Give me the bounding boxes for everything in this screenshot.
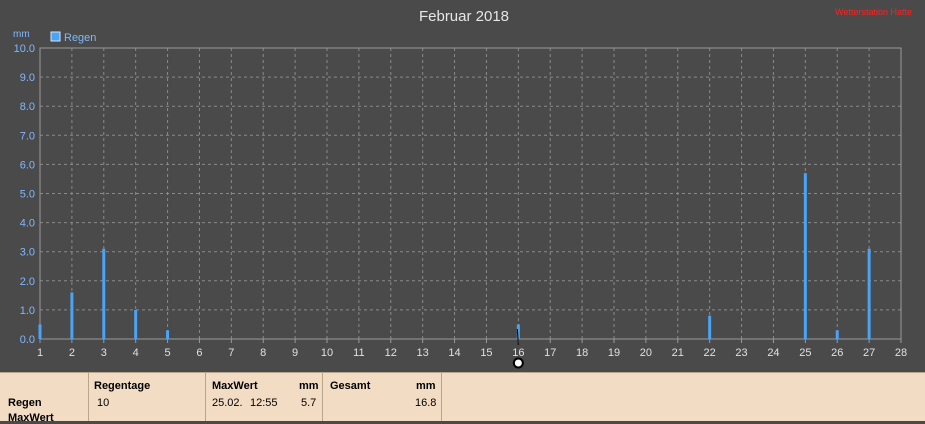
x-tick-label: 9 bbox=[292, 347, 298, 359]
maxwert-time: 12:55 bbox=[250, 397, 278, 409]
x-tick-label: 4 bbox=[133, 347, 139, 359]
gesamt-header: Gesamt bbox=[330, 380, 371, 392]
bar-regen bbox=[166, 330, 170, 339]
bar-regen bbox=[134, 309, 138, 339]
summary-gesamt-column: Gesamt mm 16.8 bbox=[323, 373, 442, 421]
maxwert-value: 5.7 bbox=[301, 397, 317, 409]
summary-labels-column: Regen MaxWert bbox=[0, 373, 89, 424]
bar-regen bbox=[803, 173, 807, 339]
gesamt-value: 16.8 bbox=[415, 397, 437, 409]
x-tick-label: 17 bbox=[544, 347, 556, 359]
bar-regen bbox=[38, 324, 42, 339]
x-tick-label: 27 bbox=[863, 347, 875, 359]
x-tick-label: 10 bbox=[321, 347, 333, 359]
maxwert-header: MaxWert bbox=[212, 380, 258, 392]
x-tick-label: 11 bbox=[353, 347, 364, 359]
bar-regen bbox=[835, 330, 839, 339]
bar-regen bbox=[70, 292, 74, 339]
x-tick-label: 21 bbox=[672, 347, 684, 359]
maxwert-unit: mm bbox=[299, 380, 319, 392]
y-axis-ticks: 0.0 1.0 2.0 3.0 4.0 5.0 6.0 7.0 8.0 9.0 10.0 bbox=[14, 43, 35, 346]
summary-maxwert-column: MaxWert mm 25.02. 12:55 5.7 bbox=[206, 373, 323, 421]
x-tick-label: 12 bbox=[385, 347, 397, 359]
summary-row-regen: Regen bbox=[8, 397, 42, 409]
x-tick-label: 7 bbox=[228, 347, 234, 359]
grid bbox=[40, 48, 901, 339]
x-tick-label: 24 bbox=[767, 347, 779, 359]
y-tick-label: 9.0 bbox=[20, 72, 35, 84]
x-tick-label: 26 bbox=[831, 347, 843, 359]
x-tick-label: 22 bbox=[704, 347, 716, 359]
y-unit-label: mm bbox=[13, 29, 30, 40]
y-tick-label: 1.0 bbox=[20, 305, 35, 317]
x-tick-label: 18 bbox=[576, 347, 588, 359]
x-axis-ticks: 1 2 3 4 5 6 7 8 9 10 11 12 13 14 15 16 17 18 19 20 21 22 23 24 2… bbox=[37, 339, 907, 359]
y-tick-label: 10.0 bbox=[14, 43, 35, 55]
x-tick-label: 20 bbox=[640, 347, 652, 359]
summary-regentage-column: Regentage 10 bbox=[89, 373, 206, 421]
bar-regen bbox=[708, 315, 712, 339]
x-tick-label: 16 bbox=[512, 347, 524, 359]
x-tick-label: 5 bbox=[164, 347, 170, 359]
y-tick-label: 8.0 bbox=[20, 101, 35, 113]
bar-regen bbox=[102, 248, 106, 339]
x-tick-label: 13 bbox=[417, 347, 429, 359]
x-tick-label: 2 bbox=[69, 347, 75, 359]
x-tick-label: 23 bbox=[735, 347, 747, 359]
x-tick-label: 25 bbox=[799, 347, 811, 359]
y-tick-label: 2.0 bbox=[20, 276, 35, 288]
bar-regen bbox=[867, 248, 871, 339]
x-tick-label: 15 bbox=[480, 347, 492, 359]
rain-chart: Februar 2018 Wetterstation Hatte mm Rege… bbox=[13, 7, 912, 369]
legend-swatch-regen bbox=[50, 31, 61, 42]
x-tick-label: 1 bbox=[37, 347, 43, 359]
regentage-header: Regentage bbox=[94, 380, 151, 392]
regentage-value: 10 bbox=[97, 397, 110, 409]
x-tick-label: 3 bbox=[101, 347, 107, 359]
x-tick-label: 6 bbox=[196, 347, 202, 359]
y-tick-label: 3.0 bbox=[20, 247, 35, 259]
y-tick-label: 7.0 bbox=[20, 130, 35, 142]
y-tick-label: 0.0 bbox=[20, 334, 35, 346]
cursor-handle bbox=[512, 357, 524, 369]
chart-title: Februar 2018 bbox=[419, 8, 509, 25]
summary-row-maxwert: MaxWert bbox=[8, 412, 54, 424]
summary-panel: Regen MaxWert Regentage 10 MaxWert mm 25… bbox=[0, 372, 925, 424]
legend-label-regen: Regen bbox=[64, 32, 96, 44]
maxwert-date: 25.02. bbox=[212, 397, 243, 409]
station-brand: Wetterstation Hatte bbox=[835, 7, 912, 17]
x-tick-label: 28 bbox=[895, 347, 907, 359]
y-tick-label: 4.0 bbox=[20, 218, 35, 230]
plot-frame bbox=[39, 47, 902, 340]
gesamt-unit: mm bbox=[416, 380, 436, 392]
y-tick-label: 6.0 bbox=[20, 159, 35, 171]
y-tick-label: 5.0 bbox=[20, 189, 35, 201]
x-tick-label: 19 bbox=[608, 347, 620, 359]
x-tick-label: 14 bbox=[448, 347, 460, 359]
x-tick-label: 8 bbox=[260, 347, 266, 359]
